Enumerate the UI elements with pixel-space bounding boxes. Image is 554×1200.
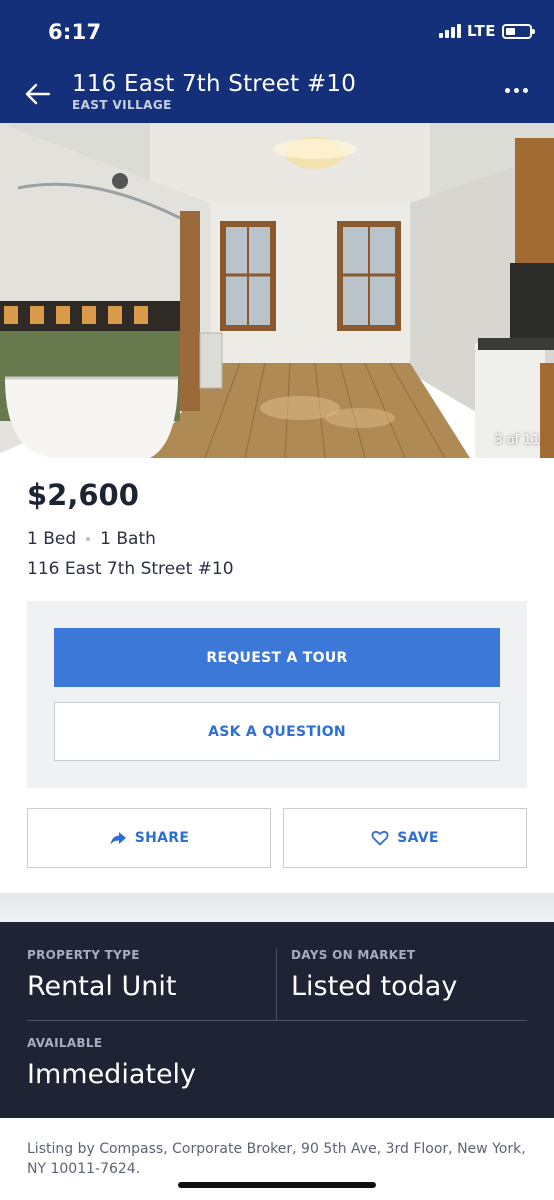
battery-icon <box>502 23 535 39</box>
status-indicators: LTE <box>438 22 535 40</box>
signal-icon <box>438 24 461 38</box>
ask-question-button[interactable]: ASK A QUESTION <box>54 702 500 761</box>
listing-photo[interactable]: 3 of 11 <box>0 123 554 458</box>
property-type-value: Rental Unit <box>27 971 177 1002</box>
save-label: SAVE <box>397 830 439 846</box>
separator-dot <box>86 537 91 541</box>
days-on-market-label: DAYS ON MARKET <box>291 948 416 962</box>
listing-address: 116 East 7th Street #10 <box>27 559 234 579</box>
arrow-left-icon <box>25 83 51 105</box>
heart-outline-icon <box>371 830 389 846</box>
contact-panel: REQUEST A TOUR ASK A QUESTION <box>27 601 527 788</box>
photo-counter: 3 of 11 <box>494 433 540 448</box>
stats-horizontal-divider <box>27 1020 527 1021</box>
listing-price: $2,600 <box>27 478 139 512</box>
beds-count: 1 Bed <box>27 529 77 549</box>
beds-baths-line: 1 Bed 1 Bath <box>27 529 156 549</box>
share-button[interactable]: SHARE <box>27 808 271 868</box>
broker-disclaimer: Listing by Compass, Corporate Broker, 90… <box>27 1141 526 1177</box>
available-value: Immediately <box>27 1059 197 1090</box>
share-label: SHARE <box>134 830 190 846</box>
section-divider <box>0 893 554 923</box>
property-type-label: PROPERTY TYPE <box>27 948 140 962</box>
baths-count: 1 Bath <box>100 529 156 549</box>
apartment-photo-image <box>0 123 554 458</box>
available-label: AVAILABLE <box>27 1036 103 1050</box>
more-options-button[interactable] <box>505 88 528 93</box>
property-stats-panel: PROPERTY TYPE Rental Unit DAYS ON MARKET… <box>0 922 554 1118</box>
network-label: LTE <box>466 22 496 40</box>
share-arrow-icon <box>110 832 126 845</box>
neighborhood-label: EAST VILLAGE <box>72 98 172 112</box>
stats-vertical-divider <box>276 949 277 1021</box>
home-indicator <box>178 1182 376 1188</box>
more-horizontal-icon <box>505 88 510 93</box>
save-button[interactable]: SAVE <box>283 808 527 868</box>
request-tour-button[interactable]: REQUEST A TOUR <box>54 628 500 687</box>
page-title: 116 East 7th Street #10 <box>72 71 357 97</box>
status-time: 6:17 <box>48 20 102 44</box>
back-button[interactable] <box>24 80 52 108</box>
days-on-market-value: Listed today <box>291 971 458 1002</box>
top-header: 6:17 LTE 116 East 7th Street #10 EAST VI… <box>0 0 554 123</box>
